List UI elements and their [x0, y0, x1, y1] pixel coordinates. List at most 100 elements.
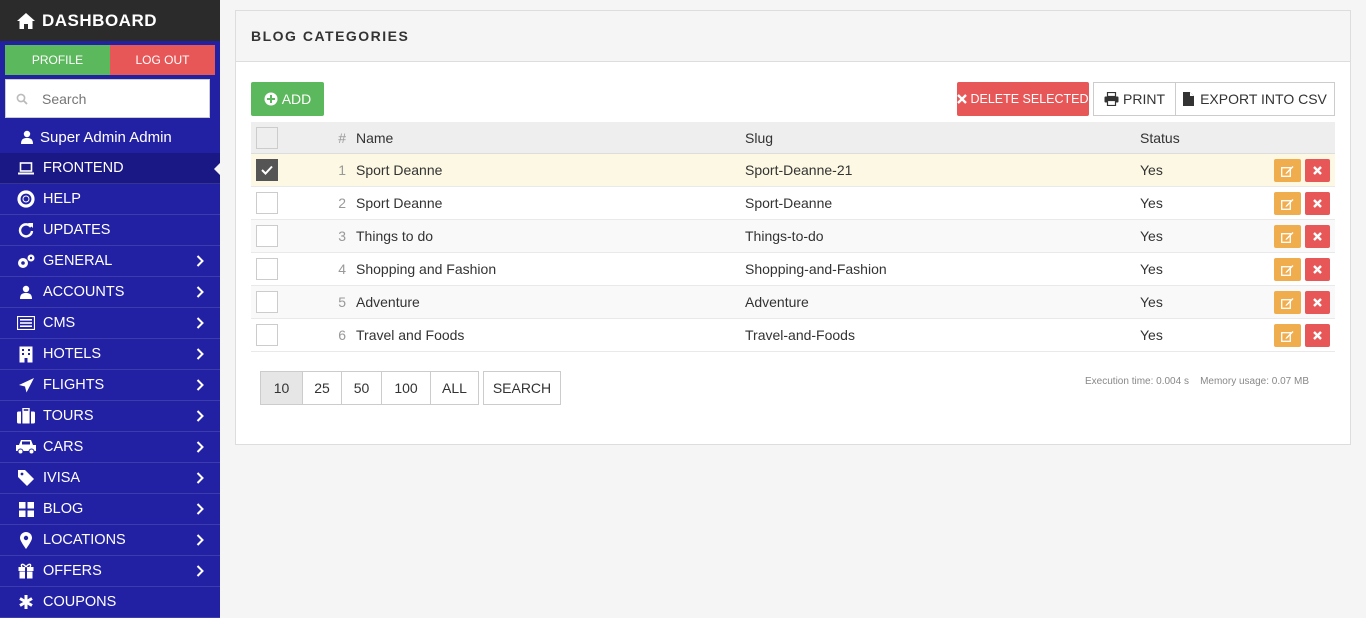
search-button[interactable]: SEARCH	[483, 371, 561, 405]
sidebar-item-label: TOURS	[43, 408, 94, 424]
row-number: 3	[338, 228, 346, 244]
delete-button[interactable]	[1305, 324, 1330, 347]
car-icon	[15, 439, 37, 455]
row-number: 1	[338, 162, 346, 178]
sidebar-item-help[interactable]: HELP	[0, 184, 220, 215]
edit-button[interactable]	[1274, 258, 1301, 281]
sidebar-item-hotels[interactable]: HOTELS	[0, 339, 220, 370]
table-row: 5 Adventure Adventure Yes	[251, 286, 1335, 319]
row-checkbox[interactable]	[256, 324, 278, 346]
sidebar-item-cms[interactable]: CMS	[0, 308, 220, 339]
select-all-checkbox[interactable]	[256, 126, 278, 149]
edit-icon	[1281, 264, 1294, 276]
page-size-50[interactable]: 50	[341, 371, 382, 405]
delete-button[interactable]	[1305, 225, 1330, 248]
delete-button[interactable]	[1305, 258, 1330, 281]
delete-button[interactable]	[1305, 159, 1330, 182]
sidebar-item-cars[interactable]: CARS	[0, 432, 220, 463]
print-button[interactable]: PRINT	[1093, 82, 1176, 116]
user-info[interactable]: Super Admin Admin	[0, 121, 220, 153]
sidebar-item-label: CMS	[43, 315, 76, 331]
delete-button[interactable]	[1305, 192, 1330, 215]
profile-button[interactable]: PROFILE	[5, 45, 110, 75]
row-checkbox[interactable]	[256, 258, 278, 280]
sidebar-item-label: BLOG	[43, 501, 84, 517]
search-icon	[16, 93, 28, 105]
header-num: #	[338, 129, 346, 146]
execution-time: Execution time: 0.004 s	[1085, 376, 1189, 387]
chevron-right-icon	[196, 441, 204, 457]
header-name[interactable]: Name	[356, 130, 393, 146]
edit-icon	[1281, 231, 1294, 243]
search-input[interactable]	[42, 90, 182, 107]
chevron-right-icon	[196, 472, 204, 488]
logout-button[interactable]: LOG OUT	[110, 45, 215, 75]
sidebar-item-general[interactable]: GENERAL	[0, 246, 220, 277]
sidebar-item-frontend[interactable]: FRONTEND	[0, 153, 220, 184]
sidebar-item-label: GENERAL	[43, 253, 113, 269]
sidebar-item-flights[interactable]: FLIGHTS	[0, 370, 220, 401]
row-slug: Things-to-do	[745, 228, 824, 244]
sidebar: DASHBOARD PROFILE LOG OUT Super Admin Ad…	[0, 0, 220, 618]
page-size-25[interactable]: 25	[302, 371, 342, 405]
sidebar-item-ivisa[interactable]: IVISA	[0, 463, 220, 494]
header-status[interactable]: Status	[1140, 130, 1180, 146]
sidebar-item-locations[interactable]: LOCATIONS	[0, 525, 220, 556]
memory-usage: Memory usage: 0.07 MB	[1200, 376, 1310, 387]
header-slug[interactable]: Slug	[745, 130, 773, 146]
page-size-pager: 10 25 50 100 ALL SEARCH	[260, 371, 561, 405]
row-name: Travel and Foods	[356, 327, 465, 343]
chevron-right-icon	[196, 534, 204, 550]
row-checkbox[interactable]	[256, 291, 278, 313]
row-number: 4	[338, 261, 346, 277]
check-icon	[261, 165, 273, 175]
sidebar-item-accounts[interactable]: ACCOUNTS	[0, 277, 220, 308]
row-checkbox[interactable]	[256, 225, 278, 247]
sidebar-item-tours[interactable]: TOURS	[0, 401, 220, 432]
close-icon	[1313, 232, 1322, 241]
user-name: Super Admin Admin	[40, 128, 172, 146]
close-icon	[1313, 298, 1322, 307]
row-name: Things to do	[356, 228, 434, 244]
row-slug: Sport-Deanne-21	[745, 162, 853, 178]
close-icon	[957, 94, 968, 104]
row-slug: Adventure	[745, 294, 809, 310]
edit-button[interactable]	[1274, 192, 1301, 215]
add-button[interactable]: ADD	[251, 82, 324, 116]
row-checkbox[interactable]	[256, 192, 278, 214]
active-caret-icon	[214, 162, 220, 176]
sidebar-buttons: PROFILE LOG OUT	[5, 45, 215, 75]
dashboard-brand[interactable]: DASHBOARD	[0, 0, 220, 41]
page-size-all[interactable]: ALL	[430, 371, 479, 405]
printer-icon	[1104, 92, 1119, 106]
sidebar-item-updates[interactable]: UPDATES	[0, 215, 220, 246]
sidebar-item-coupons[interactable]: COUPONS	[0, 587, 220, 618]
print-label: PRINT	[1123, 91, 1165, 107]
page-size-100[interactable]: 100	[381, 371, 431, 405]
delete-button[interactable]	[1305, 291, 1330, 314]
panel-title: BLOG CATEGORIES	[236, 11, 1350, 62]
row-status: Yes	[1140, 327, 1163, 343]
sidebar-item-blog[interactable]: BLOG	[0, 494, 220, 525]
export-csv-button[interactable]: EXPORT INTO CSV	[1175, 82, 1335, 116]
edit-button[interactable]	[1274, 159, 1301, 182]
delete-selected-button[interactable]: DELETE SELECTED	[957, 82, 1089, 116]
edit-button[interactable]	[1274, 324, 1301, 347]
page-size-10[interactable]: 10	[260, 371, 303, 405]
sidebar-item-label: CARS	[43, 439, 84, 455]
plus-circle-icon	[264, 92, 278, 106]
sidebar-item-label: COUPONS	[43, 594, 117, 610]
row-checkbox[interactable]	[256, 159, 278, 181]
edit-button[interactable]	[1274, 291, 1301, 314]
delete-selected-label: DELETE SELECTED	[970, 92, 1089, 106]
blog-categories-panel: BLOG CATEGORIES ADD DELETE SELECTED PRIN…	[235, 10, 1351, 445]
edit-icon	[1281, 165, 1294, 177]
sidebar-item-label: LOCATIONS	[43, 532, 126, 548]
edit-button[interactable]	[1274, 225, 1301, 248]
sidebar-item-offers[interactable]: OFFERS	[0, 556, 220, 587]
sidebar-item-label: IVISA	[43, 470, 81, 486]
row-name: Adventure	[356, 294, 420, 310]
row-status: Yes	[1140, 228, 1163, 244]
asterisk-icon	[15, 594, 37, 610]
sidebar-item-label: HOTELS	[43, 346, 102, 362]
